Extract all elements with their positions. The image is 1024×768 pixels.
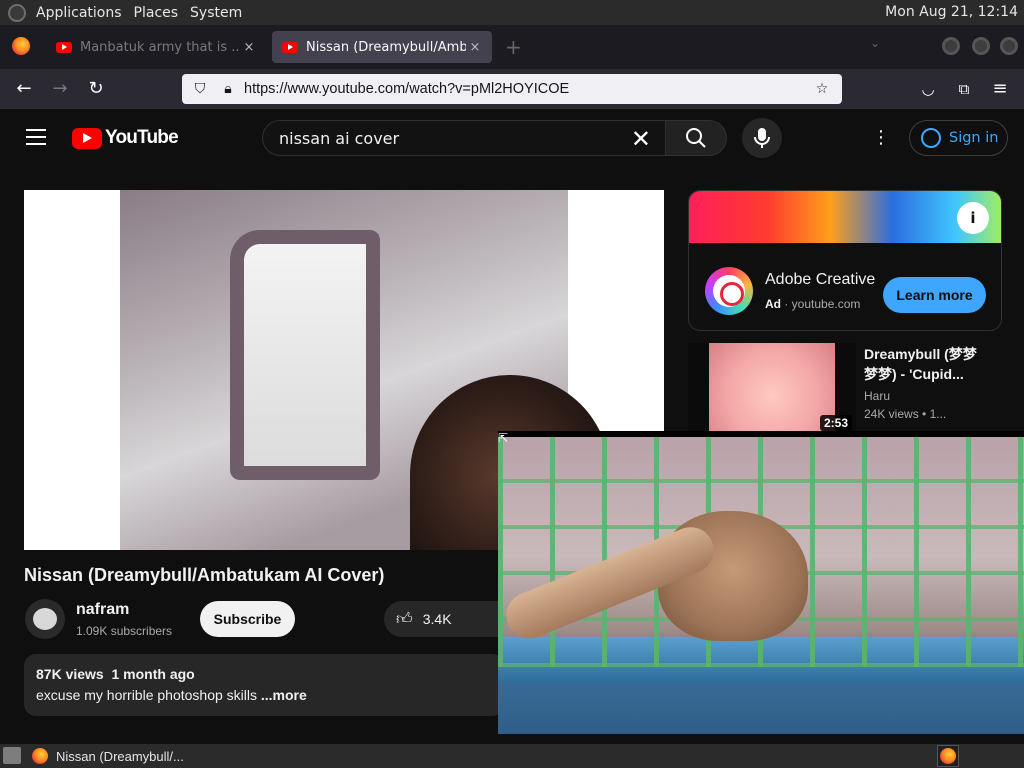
- clock[interactable]: Mon Aug 21, 12:14: [885, 4, 1018, 20]
- system-top-panel: Applications Places System Mon Aug 21, 1…: [0, 0, 1024, 25]
- workspace-switcher[interactable]: [937, 745, 959, 767]
- bookmark-star-icon[interactable]: ☆: [808, 81, 836, 97]
- recommended-thumbnail[interactable]: 2:53: [688, 343, 856, 431]
- upload-age: 1 month ago: [111, 666, 195, 682]
- description-text: excuse my horrible photoshop skills ...m…: [36, 687, 307, 703]
- pip-resize-corner-icon[interactable]: ⇱: [498, 431, 512, 445]
- youtube-play-logo-icon: [72, 127, 102, 149]
- new-tab-button[interactable]: +: [505, 35, 525, 59]
- address-bar[interactable]: ⛉ 🔒︎ https://www.youtube.com/watch?v=pMl…: [182, 74, 842, 104]
- ad-title[interactable]: Adobe Creative Cloud: [765, 271, 875, 289]
- show-desktop-icon[interactable]: [3, 747, 21, 764]
- learn-more-button[interactable]: Learn more: [883, 277, 986, 313]
- sign-in-button[interactable]: Sign in: [909, 120, 1008, 156]
- pocket-icon[interactable]: ◡: [916, 77, 940, 101]
- search-query: nissan ai cover: [279, 128, 400, 148]
- clear-search-icon[interactable]: ✕: [631, 125, 651, 153]
- gnome-foot-icon[interactable]: [8, 3, 26, 22]
- tab-label: Nissan (Dreamybull/Ambatukam AI Cover): [306, 39, 466, 55]
- recommended-age: • 1...: [918, 407, 947, 421]
- extensions-puzzle-icon[interactable]: ⧉: [952, 77, 976, 101]
- menu-places[interactable]: Places: [128, 5, 185, 21]
- ad-domain: youtube.com: [791, 297, 861, 311]
- browser-nav-bar: ← → ↻ ⛉ 🔒︎ https://www.youtube.com/watch…: [0, 69, 1024, 109]
- youtube-wordmark: YouTube: [105, 127, 179, 148]
- microphone-icon: [754, 128, 770, 148]
- back-arrow-icon[interactable]: ←: [12, 77, 36, 101]
- view-count-and-date: 87K views 1 month ago: [36, 666, 195, 682]
- browser-tab-strip: Manbatuk army that is ... × Nissan (Drea…: [0, 25, 1024, 69]
- firefox-view-icon[interactable]: [12, 37, 30, 55]
- close-window-button[interactable]: [1000, 37, 1018, 55]
- hamburger-menu-icon[interactable]: ≡: [988, 77, 1012, 101]
- description-box[interactable]: 87K views 1 month ago excuse my horrible…: [24, 654, 504, 716]
- tab-close-icon[interactable]: ×: [240, 40, 258, 55]
- view-count: 87K views: [36, 666, 104, 682]
- ad-card[interactable]: i Adobe Creative Cloud Ad · youtube.com …: [688, 190, 1002, 331]
- account-circle-icon: [921, 128, 941, 148]
- taskbar-window-button[interactable]: Nissan (Dreamybull/...: [32, 745, 184, 767]
- ad-badge: Ad: [765, 297, 781, 311]
- search-button[interactable]: [665, 120, 727, 156]
- firefox-icon: [32, 748, 48, 764]
- search-icon: [686, 128, 706, 148]
- video-car-window: [230, 230, 380, 480]
- maximize-button[interactable]: [972, 37, 990, 55]
- tab-background[interactable]: Manbatuk army that is ... ×: [46, 31, 266, 63]
- thumbs-up-icon: 👍︎: [396, 610, 413, 628]
- youtube-favicon-icon: [56, 41, 72, 53]
- ad-source: Ad · youtube.com: [765, 297, 861, 311]
- recommended-views: 24K views: [864, 407, 919, 421]
- youtube-logo[interactable]: YouTube: [72, 127, 179, 149]
- reload-icon[interactable]: ↻: [84, 77, 108, 101]
- recommended-title[interactable]: Dreamybull (梦梦梦梦) - 'Cupid...: [864, 344, 982, 384]
- sign-in-label: Sign in: [949, 130, 999, 146]
- channel-name[interactable]: nafram: [76, 601, 129, 619]
- shield-icon[interactable]: ⛉: [186, 81, 214, 97]
- like-button[interactable]: 👍︎ 3.4K: [384, 601, 514, 637]
- firefox-tray-icon: [940, 748, 956, 764]
- video-title: Nissan (Dreamybull/Ambatukam AI Cover): [24, 565, 385, 585]
- url-text[interactable]: https://www.youtube.com/watch?v=pMl2HOYI…: [244, 81, 804, 97]
- picture-in-picture-window[interactable]: ⇱: [498, 431, 1024, 734]
- voice-search-button[interactable]: [742, 118, 782, 158]
- info-icon[interactable]: i: [957, 202, 989, 234]
- youtube-favicon-icon: [282, 41, 298, 53]
- guide-menu-icon[interactable]: [26, 129, 46, 145]
- menu-system[interactable]: System: [184, 5, 248, 21]
- youtube-masthead: YouTube nissan ai cover ✕ ⋮ Sign in: [0, 109, 1024, 167]
- recommended-video[interactable]: 2:53 Dreamybull (梦梦梦梦) - 'Cupid... Haru …: [688, 343, 1008, 431]
- menu-applications[interactable]: Applications: [30, 5, 128, 21]
- tab-active[interactable]: Nissan (Dreamybull/Ambatukam AI Cover) ×: [272, 31, 492, 63]
- tab-label: Manbatuk army that is ...: [80, 39, 240, 55]
- minimize-button[interactable]: [942, 37, 960, 55]
- taskbar-window-label: Nissan (Dreamybull/...: [56, 748, 184, 764]
- forward-arrow-icon[interactable]: →: [48, 77, 72, 101]
- system-bottom-panel: Nissan (Dreamybull/...: [0, 744, 1024, 768]
- show-more-link[interactable]: ...more: [261, 687, 307, 703]
- video-duration: 2:53: [819, 415, 852, 431]
- tab-close-icon[interactable]: ×: [466, 40, 484, 55]
- creative-cloud-logo-icon: [705, 267, 753, 315]
- channel-avatar[interactable]: [25, 599, 65, 639]
- recommended-meta: 24K views • 1...: [864, 407, 946, 421]
- subscriber-count: 1.09K subscribers: [76, 624, 173, 638]
- list-tabs-chevron-icon[interactable]: ⌄: [870, 36, 880, 50]
- description-snippet: excuse my horrible photoshop skills: [36, 687, 261, 703]
- thumbnail-cupid-art: [709, 343, 835, 431]
- search-input[interactable]: nissan ai cover ✕: [262, 120, 666, 156]
- like-count: 3.4K: [422, 611, 452, 627]
- ad-banner-image: [689, 191, 1001, 243]
- subscribe-button[interactable]: Subscribe: [200, 601, 295, 637]
- settings-kebab-icon[interactable]: ⋮: [872, 127, 890, 149]
- lock-icon[interactable]: 🔒︎: [218, 81, 238, 97]
- recommended-channel[interactable]: Haru: [864, 389, 890, 403]
